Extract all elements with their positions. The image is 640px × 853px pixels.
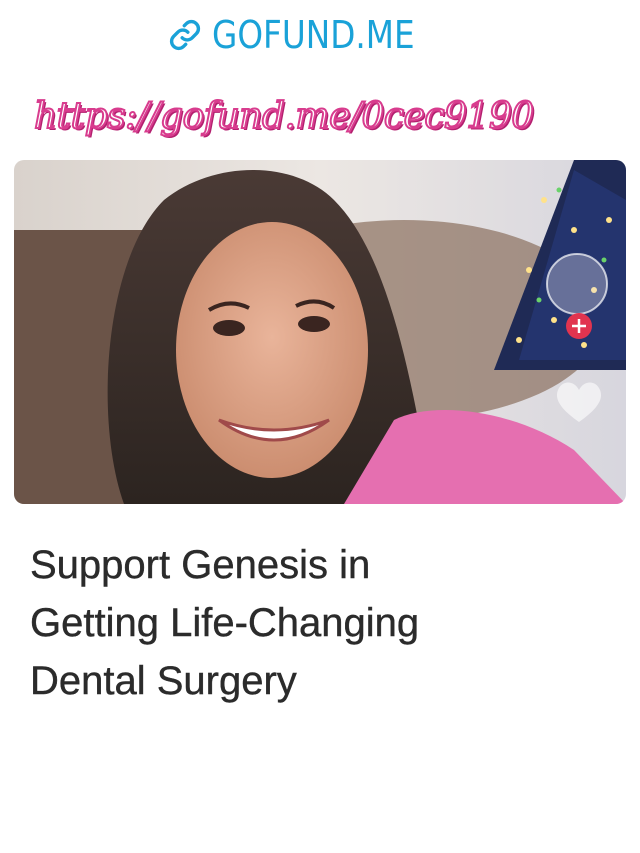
campaign-title: Support Genesis in Getting Life-Changing…	[30, 536, 610, 710]
plus-icon[interactable]	[566, 313, 592, 339]
avatar[interactable]	[546, 253, 608, 315]
campaign-link[interactable]: https://gofund.me/0cec9190	[33, 95, 554, 152]
title-line: Dental Surgery	[30, 659, 297, 703]
brand-label: GOFUND.ME	[212, 13, 415, 57]
brand-header: GOFUND.ME	[0, 10, 640, 60]
title-line: Getting Life-Changing	[30, 601, 420, 645]
campaign-photo	[14, 160, 626, 504]
title-line: Support Genesis in	[30, 543, 371, 587]
link-icon	[168, 18, 202, 52]
